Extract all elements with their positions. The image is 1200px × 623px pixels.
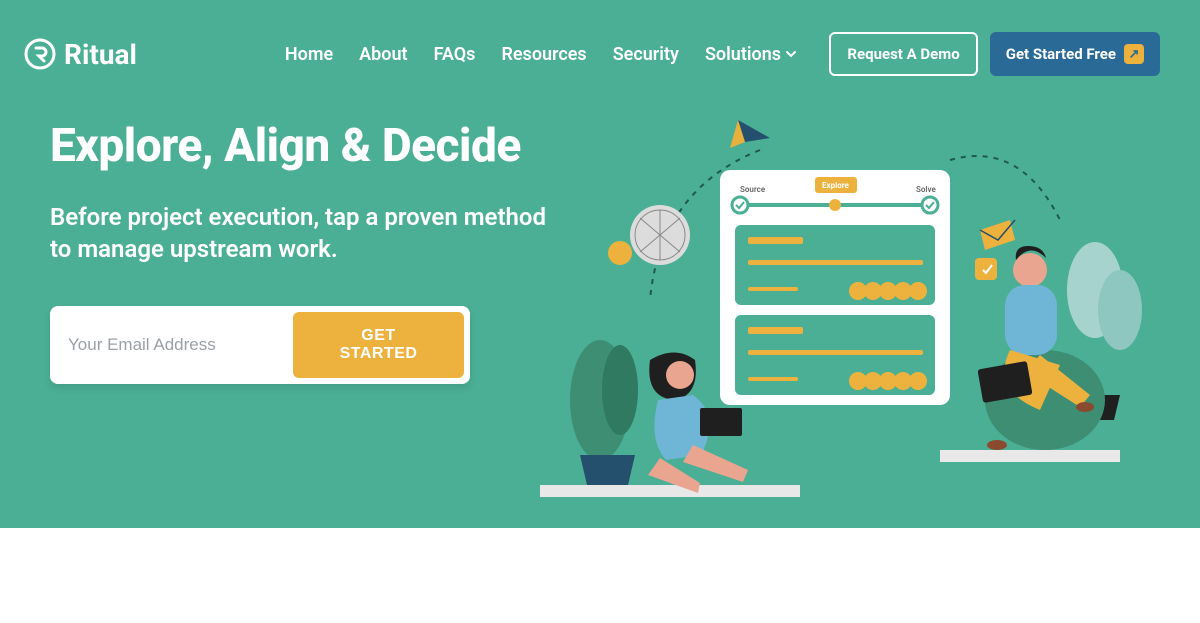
get-started-free-button[interactable]: Get Started Free ↗ [990, 32, 1160, 76]
hero-illustration: Source Explore Solve [540, 100, 1160, 520]
hero-headline: Explore, Align & Decide [50, 120, 570, 173]
hero-sublead: Before project execution, tap a proven m… [50, 201, 570, 266]
nav-solutions-label: Solutions [705, 44, 781, 65]
get-started-free-label: Get Started Free [1006, 45, 1116, 63]
brand-logo[interactable]: Ritual [24, 38, 137, 71]
brand-name: Ritual [64, 38, 137, 71]
hero-section: Ritual Home About FAQs Resources Securit… [0, 0, 1200, 528]
card-source-label: Source [740, 185, 766, 194]
nav-item-resources[interactable]: Resources [501, 44, 586, 65]
top-nav: Ritual Home About FAQs Resources Securit… [0, 0, 1200, 76]
nav-item-solutions[interactable]: Solutions [705, 44, 797, 65]
ritual-logo-icon [24, 38, 56, 70]
nav-item-security[interactable]: Security [613, 44, 679, 65]
nav-menu: Home About FAQs Resources Security Solut… [285, 44, 797, 65]
email-form: GET STARTED [50, 306, 470, 384]
email-input[interactable] [64, 323, 293, 367]
arrow-up-right-icon: ↗ [1124, 44, 1144, 64]
get-started-button[interactable]: GET STARTED [293, 312, 464, 378]
card-explore-label: Explore [822, 181, 850, 190]
nav-item-home[interactable]: Home [285, 44, 333, 65]
nav-actions: Request A Demo Get Started Free ↗ [829, 32, 1160, 76]
card-solve-label: Solve [916, 185, 936, 194]
nav-item-about[interactable]: About [359, 44, 407, 65]
hero-content: Explore, Align & Decide Before project e… [50, 120, 570, 384]
chevron-down-icon [785, 48, 797, 60]
nav-item-faqs[interactable]: FAQs [434, 44, 476, 65]
request-demo-button[interactable]: Request A Demo [829, 32, 977, 76]
